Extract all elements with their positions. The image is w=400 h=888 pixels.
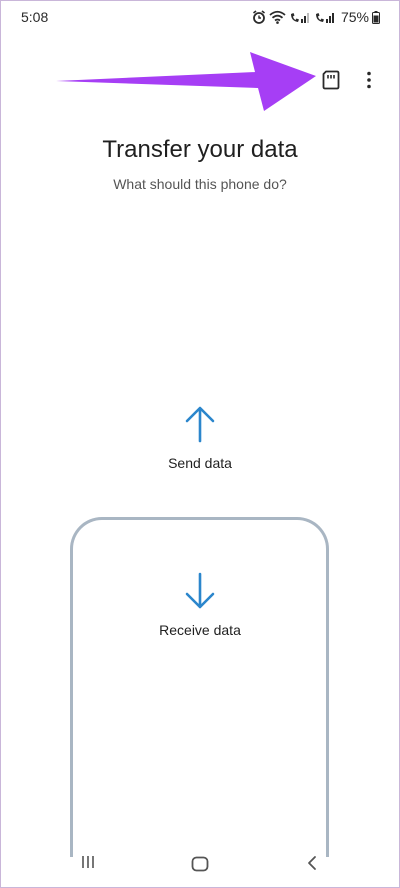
volte-signal-icon-2 xyxy=(315,13,334,23)
arrow-up-icon xyxy=(185,406,215,443)
more-options-button[interactable] xyxy=(358,67,380,93)
more-vert-icon xyxy=(367,71,371,89)
page-subtitle: What should this phone do? xyxy=(113,176,287,192)
status-bar: 5:08 75% xyxy=(0,0,400,34)
sd-card-button[interactable] xyxy=(318,67,344,93)
arrow-down-icon xyxy=(185,572,215,609)
send-data-option[interactable]: Send data xyxy=(0,405,400,471)
page-title: Transfer your data xyxy=(102,136,298,163)
receive-data-label: Receive data xyxy=(159,622,241,638)
battery-percentage: 75% xyxy=(340,9,369,25)
volte-signal-icon xyxy=(290,13,309,23)
annotation-arrow-icon xyxy=(56,52,316,111)
back-icon xyxy=(308,856,316,870)
status-icons: 75% xyxy=(252,8,380,26)
recents-icon xyxy=(82,856,94,868)
back-button[interactable] xyxy=(305,855,319,876)
wifi-icon xyxy=(269,10,286,24)
recents-button[interactable] xyxy=(80,854,96,875)
phone-outline xyxy=(70,517,329,857)
alarm-icon xyxy=(252,10,265,24)
battery-icon xyxy=(372,10,380,24)
receive-data-option[interactable]: Receive data xyxy=(0,572,400,638)
home-icon xyxy=(191,856,209,872)
sd-card-icon xyxy=(322,70,340,90)
home-button[interactable] xyxy=(191,856,209,877)
navigation-bar xyxy=(0,840,400,888)
send-data-label: Send data xyxy=(168,455,232,471)
status-time: 5:08 xyxy=(21,9,49,25)
